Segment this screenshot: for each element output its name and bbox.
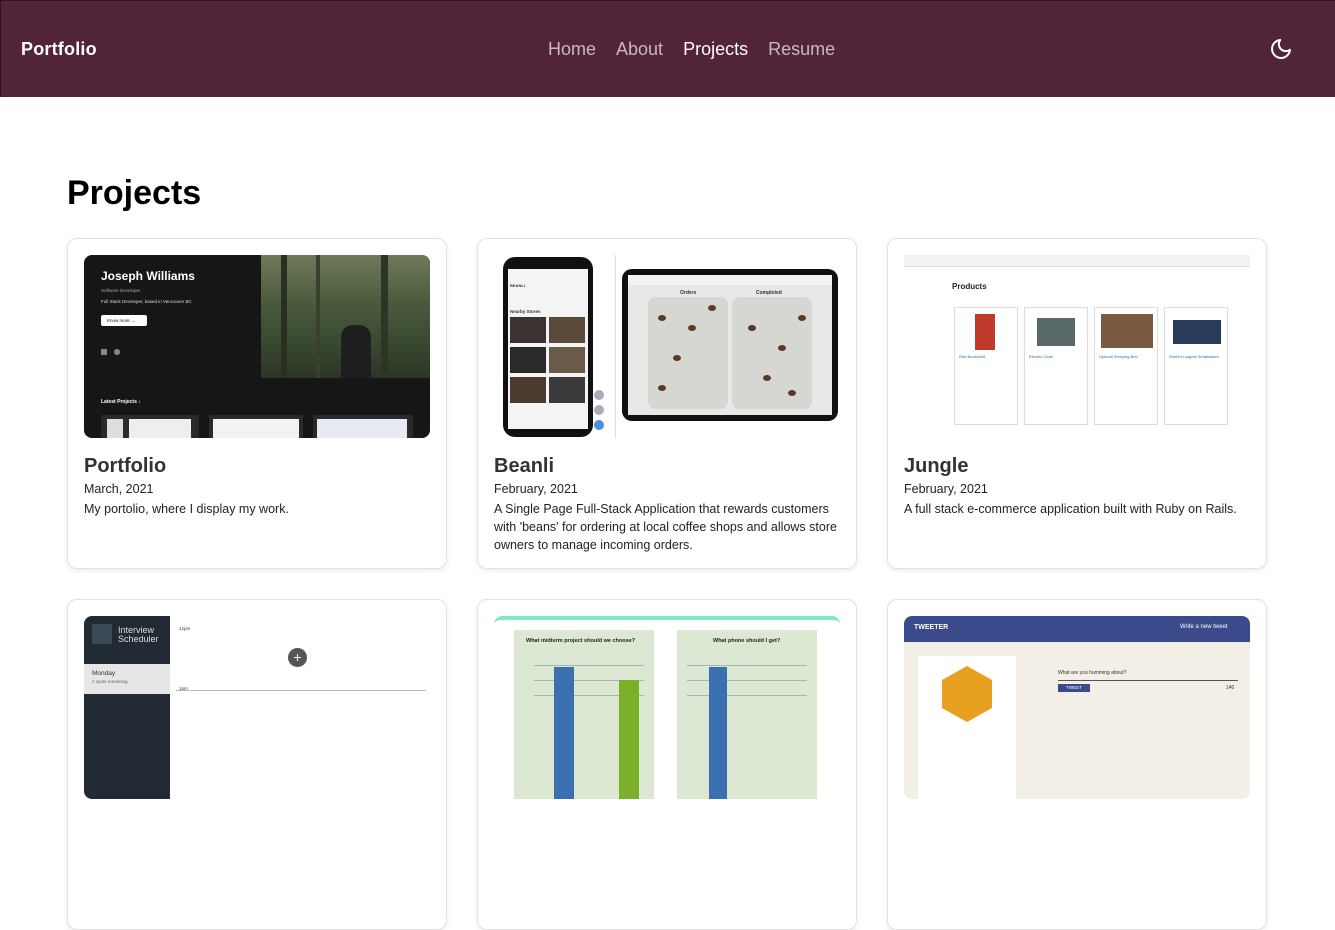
navbar: Portfolio Home About Projects Resume (0, 0, 1335, 97)
nav-link-resume[interactable]: Resume (768, 39, 835, 60)
moon-icon (1271, 39, 1291, 59)
project-description: A Single Page Full-Stack Application tha… (494, 502, 837, 552)
brand-logo[interactable]: Portfolio (21, 39, 97, 60)
thumb-products-heading: Products (952, 282, 987, 291)
thumb-name: Joseph Williams (101, 269, 195, 283)
theme-toggle-button[interactable] (1269, 37, 1293, 61)
nav-link-about[interactable]: About (616, 39, 663, 60)
project-card-scheduler[interactable]: Interview Scheduler Monday 2 spots remai… (67, 599, 447, 930)
thumb-know-more: Know more → (101, 315, 147, 326)
project-thumbnail: Joseph Williams Software Developer Full … (84, 255, 430, 438)
project-card-jungle[interactable]: Products Red Bookshelf Electric Chair Op… (887, 238, 1267, 569)
thumb-spots: 2 spots remaining (92, 679, 128, 684)
project-date: February, 2021 (494, 482, 578, 496)
project-title: Portfolio (84, 455, 167, 477)
phone-mockup: BEANLI Nearby Stores (503, 257, 593, 437)
project-description: My portolio, where I display my work. (84, 502, 289, 516)
linkedin-icon (101, 349, 107, 355)
project-thumbnail: BEANLI Nearby Stores Orders Completed (494, 255, 840, 438)
tablet-completed: Completed (756, 290, 782, 296)
tablet-orders: Orders (680, 290, 697, 296)
project-card-tweeter[interactable]: TWEETER Write a new tweet What are you h… (887, 599, 1267, 930)
tablet-mockup: Orders Completed (622, 269, 838, 421)
thumb-subtitle: Software Developer (101, 288, 141, 293)
project-date: February, 2021 (904, 482, 988, 496)
github-icon (114, 349, 120, 355)
product-name: Optimal Sleeping Bed (1099, 354, 1138, 359)
tweeter-counter: 140 (1226, 685, 1235, 691)
nav-link-home[interactable]: Home (548, 39, 596, 60)
phone-nearby: Nearby Stores (510, 309, 541, 314)
project-thumbnail: TWEETER Write a new tweet What are you h… (904, 616, 1250, 799)
project-card-portfolio[interactable]: Joseph Williams Software Developer Full … (67, 238, 447, 569)
tweeter-logo: TWEETER (914, 624, 949, 631)
forest-photo (261, 255, 430, 378)
product-name: World's Largest Smartwatch (1169, 354, 1219, 359)
thumb-day: Monday (92, 670, 116, 677)
thumb-time: 12pm (179, 626, 191, 631)
thumb-app-name: Interview Scheduler (118, 625, 159, 644)
project-thumbnail: Products Red Bookshelf Electric Chair Op… (904, 255, 1250, 438)
thumb-tagline: Full Stack Developer, based in Vancouver… (101, 299, 192, 304)
project-date: March, 2021 (84, 482, 154, 496)
nav-links: Home About Projects Resume (548, 39, 835, 60)
project-card-polls[interactable]: What midterm project should we choose? W… (477, 599, 857, 930)
product-name: Electric Chair (1029, 354, 1053, 359)
tweeter-tweet-button: TWEET (1058, 684, 1090, 692)
nav-link-projects[interactable]: Projects (683, 39, 748, 60)
project-thumbnail: Interview Scheduler Monday 2 spots remai… (84, 616, 430, 799)
project-description: A full stack e-commerce application buil… (904, 502, 1237, 516)
project-thumbnail: What midterm project should we choose? W… (494, 616, 840, 799)
project-title: Beanli (494, 455, 555, 477)
project-title: Jungle (904, 455, 969, 477)
phone-logo: BEANLI (510, 283, 525, 288)
thumb-latest-projects: Latest Projects ↓ (101, 399, 141, 405)
page-title: Projects (67, 174, 202, 212)
add-icon: + (288, 648, 307, 667)
poll-title: What phone should I get? (713, 638, 781, 644)
project-card-beanli[interactable]: BEANLI Nearby Stores Orders Completed Be… (477, 238, 857, 569)
tweeter-compose: Write a new tweet (1180, 624, 1228, 630)
poll-title: What midterm project should we choose? (526, 638, 636, 644)
tweeter-prompt: What are you humming about? (1058, 670, 1127, 676)
product-name: Red Bookshelf (959, 354, 986, 359)
